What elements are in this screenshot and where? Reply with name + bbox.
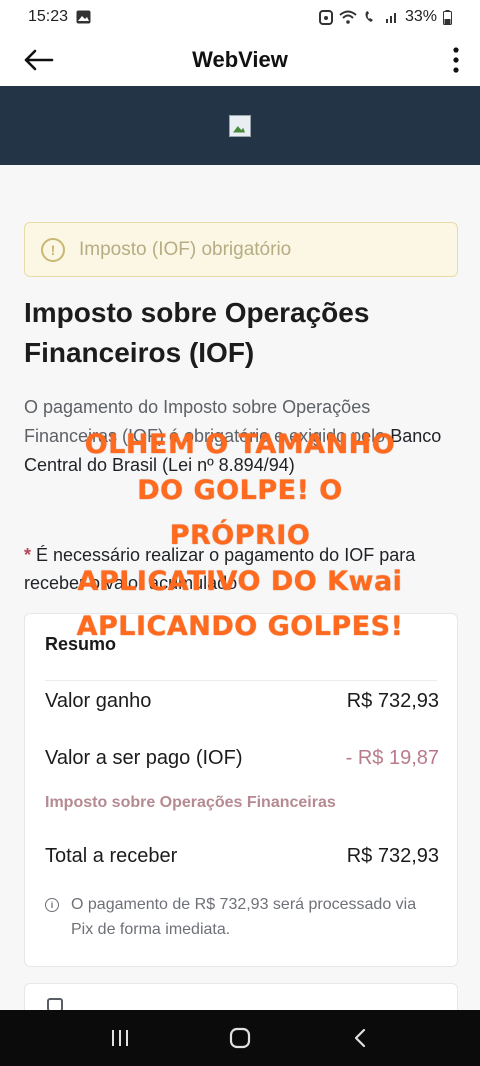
app-bar: WebView (0, 34, 480, 86)
row-value: R$ 732,93 (346, 845, 439, 867)
page-content[interactable]: ! Imposto (IOF) obrigatório Imposto sobr… (0, 165, 480, 1010)
image-icon (76, 10, 91, 24)
row-label: Valor ganho (45, 690, 152, 712)
info-text: O pagamento de R$ 732,93 será processado… (71, 896, 417, 938)
row-valor-ganho: Valor ganho R$ 732,93 (45, 690, 439, 713)
iof-subtitle: Imposto sobre Operações Financeiras (45, 794, 336, 811)
iof-alert: ! Imposto (IOF) obrigatório (24, 222, 458, 277)
alert-text: Imposto (IOF) obrigatório (79, 238, 292, 260)
required-note: * É necessário realizar o pagamento do I… (24, 541, 460, 597)
payment-info: i O pagamento de R$ 732,93 será processa… (45, 892, 425, 942)
row-value: R$ 732,93 (346, 690, 439, 712)
broken-image-icon (229, 114, 251, 137)
more-vert-icon (453, 47, 459, 73)
call-icon (365, 11, 373, 22)
warning-circle-icon: ! (41, 237, 65, 262)
row-iof: Valor a ser pago (IOF) - R$ 19,87 (45, 747, 439, 770)
arrow-left-icon (24, 49, 54, 71)
row-total: Total a receber R$ 732,93 (45, 845, 439, 868)
status-left: 15:23 (28, 8, 91, 26)
back-button[interactable] (20, 44, 56, 76)
recent-apps-icon (112, 1030, 128, 1046)
summary-divider (45, 680, 437, 681)
wifi-icon (339, 10, 357, 24)
more-options-button[interactable] (444, 44, 468, 76)
status-right: 33% (318, 8, 452, 26)
summary-title: Resumo (45, 634, 117, 654)
app-title: WebView (192, 47, 288, 72)
signal-icon (385, 13, 396, 23)
home-icon (229, 1027, 251, 1049)
battery-percent: 33% (404, 8, 437, 25)
system-nav-bar (0, 1010, 480, 1066)
nav-back-button[interactable] (340, 1018, 380, 1058)
intro-text: O pagamento do Imposto sobre Operações F… (24, 397, 391, 446)
alarm-icon (318, 10, 333, 25)
back-icon (354, 1028, 366, 1048)
status-bar: 15:23 33% (0, 0, 480, 34)
row-label: Total a receber (45, 845, 178, 867)
security-card (24, 983, 458, 1010)
note-asterisk: * (24, 545, 32, 565)
shield-icon (47, 998, 63, 1010)
page-title: Imposto sobre Operações Financeiros (IOF… (24, 297, 370, 368)
intro-paragraph: O pagamento do Imposto sobre Operações F… (24, 393, 456, 480)
summary-card: Resumo Valor ganho R$ 732,93 Valor a ser… (24, 613, 458, 967)
header-banner (0, 86, 480, 165)
battery-icon (443, 9, 452, 25)
info-icon: i (45, 898, 59, 912)
note-text: É necessário realizar o pagamento do IOF… (24, 545, 416, 593)
recent-apps-button[interactable] (100, 1018, 140, 1058)
row-value: - R$ 19,87 (345, 747, 439, 769)
row-label: Valor a ser pago (IOF) (45, 747, 243, 769)
status-time: 15:23 (28, 8, 69, 25)
home-button[interactable] (220, 1018, 260, 1058)
